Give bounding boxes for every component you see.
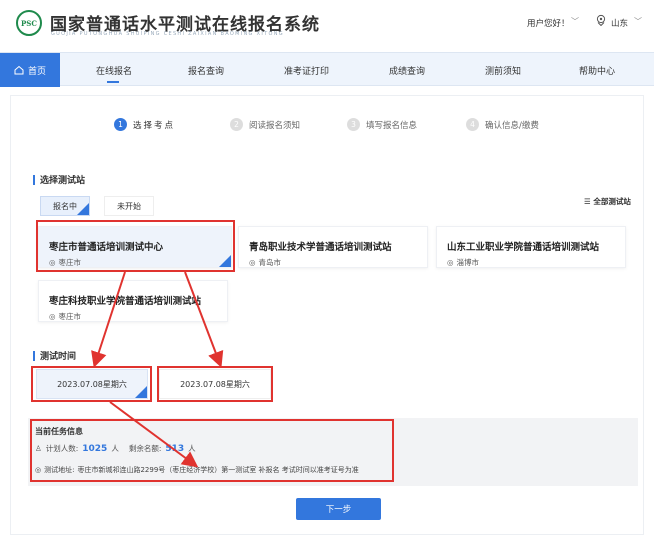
tab-registering[interactable]: 报名中 xyxy=(40,196,90,216)
selected-corner-marker xyxy=(135,386,147,398)
home-icon xyxy=(14,65,24,75)
location-pin-icon: ◎ xyxy=(49,258,56,267)
site-subtitle: GUOJIA PUTONGHUA SHUIPING CESHI ZAIXIAN … xyxy=(51,31,284,37)
nav-active-indicator xyxy=(107,81,119,83)
location-pin-icon: ◎ xyxy=(249,258,256,267)
progress-steps: 1 选择考点 2 阅读报名须知 3 填写报名信息 4 确认信息/缴费 xyxy=(0,118,654,138)
location-pin-icon: ◎ xyxy=(35,466,42,474)
location-pin-icon xyxy=(596,14,606,26)
selected-corner-marker xyxy=(219,255,231,267)
station-card[interactable]: 枣庄市普通话培训测试中心 ◎ 枣庄市 xyxy=(38,226,232,268)
chevron-down-icon[interactable]: ﹀ xyxy=(571,16,579,27)
site-header: PSC 国家普通话水平测试在线报名系统 GUOJIA PUTONGHUA SHU… xyxy=(0,0,654,48)
step-1: 1 选择考点 xyxy=(114,118,175,131)
remaining-count: 513 xyxy=(165,443,185,454)
station-card[interactable]: 山东工业职业学院普通话培训测试站 ◎ 淄博市 xyxy=(436,226,626,268)
station-card[interactable]: 青岛职业技术学普通话培训测试站 ◎ 青岛市 xyxy=(238,226,428,268)
step-3: 3 填写报名信息 xyxy=(347,118,417,131)
date-option[interactable]: 2023.07.08星期六 xyxy=(36,369,148,399)
station-card[interactable]: 枣庄科技职业学院普通话培训测试站 ◎ 枣庄市 xyxy=(38,280,228,322)
psc-logo: PSC xyxy=(16,10,42,36)
people-icon: ♙ xyxy=(35,444,42,453)
next-step-button[interactable]: 下一步 xyxy=(296,498,381,520)
nav-test-notice[interactable]: 测前须知 xyxy=(485,64,521,77)
step-2: 2 阅读报名须知 xyxy=(230,118,300,131)
location-pin-icon: ◎ xyxy=(49,312,56,321)
tab-not-started[interactable]: 未开始 xyxy=(104,196,154,216)
nav-home[interactable]: 首页 xyxy=(0,53,60,87)
main-nav: 首页 在线报名 报名查询 准考证打印 成绩查询 测前须知 帮助中心 xyxy=(0,52,654,87)
selected-corner-marker xyxy=(77,203,89,215)
task-info-title: 当前任务信息 xyxy=(35,427,83,436)
station-section-title: 选择测试站 xyxy=(33,173,85,186)
task-address: ◎ 测试地址: 枣庄市新城祁连山路2299号（枣庄经济学校）第一测试室 补报名 … xyxy=(35,466,359,474)
nav-score-query[interactable]: 成绩查询 xyxy=(389,64,425,77)
nav-admission-print[interactable]: 准考证打印 xyxy=(284,64,329,77)
nav-help-center[interactable]: 帮助中心 xyxy=(579,64,615,77)
nav-online-register[interactable]: 在线报名 xyxy=(96,64,132,77)
plan-count: 1025 xyxy=(82,443,108,454)
user-greeting[interactable]: 用户您好！ xyxy=(527,17,570,29)
time-section-title: 测试时间 xyxy=(33,349,76,362)
task-info-stats: ♙ 计划人数: 1025 人 剩余名额: 513 人 xyxy=(35,443,196,454)
all-stations-link[interactable]: ☰ 全部测试站 xyxy=(584,196,631,207)
location-select[interactable]: 山东 xyxy=(611,17,628,29)
date-option[interactable]: 2023.07.08星期六 xyxy=(159,369,271,399)
step-4: 4 确认信息/缴费 xyxy=(466,118,539,131)
chevron-down-icon[interactable]: ﹀ xyxy=(634,16,642,27)
nav-register-query[interactable]: 报名查询 xyxy=(188,64,224,77)
location-pin-icon: ◎ xyxy=(447,258,454,267)
